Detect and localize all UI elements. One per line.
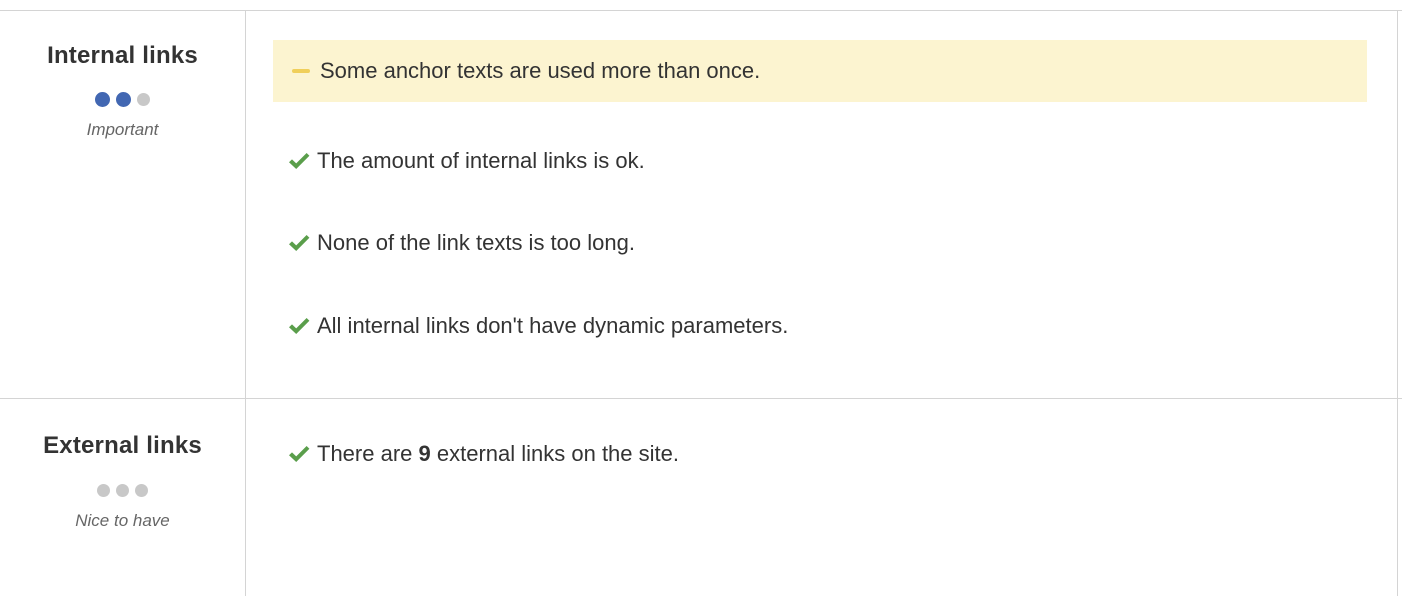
section-title: Internal links <box>47 42 198 69</box>
check-icon <box>289 318 310 334</box>
check-text: There are 9 external links on the site. <box>317 441 679 467</box>
check-icon <box>289 235 310 251</box>
external-links-section: External links Nice to have There are 9 … <box>0 399 1402 596</box>
check-text-suffix: external links on the site. <box>430 441 679 466</box>
importance-dot-icon <box>97 484 110 497</box>
warning-text: Some anchor texts are used more than onc… <box>320 58 761 83</box>
check-result: There are 9 external links on the site. <box>287 440 679 468</box>
check-result: All internal links don't have dynamic pa… <box>287 312 788 340</box>
importance-dot-icon <box>116 484 129 497</box>
warning-message: Some anchor texts are used more than onc… <box>273 40 1367 102</box>
check-icon <box>289 446 310 462</box>
external-link-count: 9 <box>418 441 431 466</box>
importance-dot-icon <box>135 484 148 497</box>
check-text: None of the link texts is too long. <box>317 230 635 255</box>
warning-dash-icon <box>292 69 310 73</box>
check-text: The amount of internal links is ok. <box>317 148 645 173</box>
importance-dot-icon <box>137 93 150 106</box>
check-result: The amount of internal links is ok. <box>287 147 645 175</box>
check-icon <box>289 153 310 169</box>
section-label-column: External links Nice to have <box>0 399 245 531</box>
check-result: None of the link texts is too long. <box>287 229 635 257</box>
importance-indicator <box>0 92 245 107</box>
check-text-prefix: There are <box>317 441 419 466</box>
seo-report-panel: Internal links Important Some anchor tex… <box>0 0 1402 596</box>
priority-label: Important <box>86 120 159 139</box>
importance-dot-icon <box>116 92 131 107</box>
section-label-column: Internal links Important <box>0 11 245 140</box>
internal-links-section: Internal links Important Some anchor tex… <box>0 11 1402 398</box>
check-text: All internal links don't have dynamic pa… <box>317 313 789 338</box>
section-title: External links <box>43 432 202 459</box>
priority-label: Nice to have <box>75 511 170 530</box>
importance-dot-icon <box>95 92 110 107</box>
importance-indicator <box>0 484 245 497</box>
